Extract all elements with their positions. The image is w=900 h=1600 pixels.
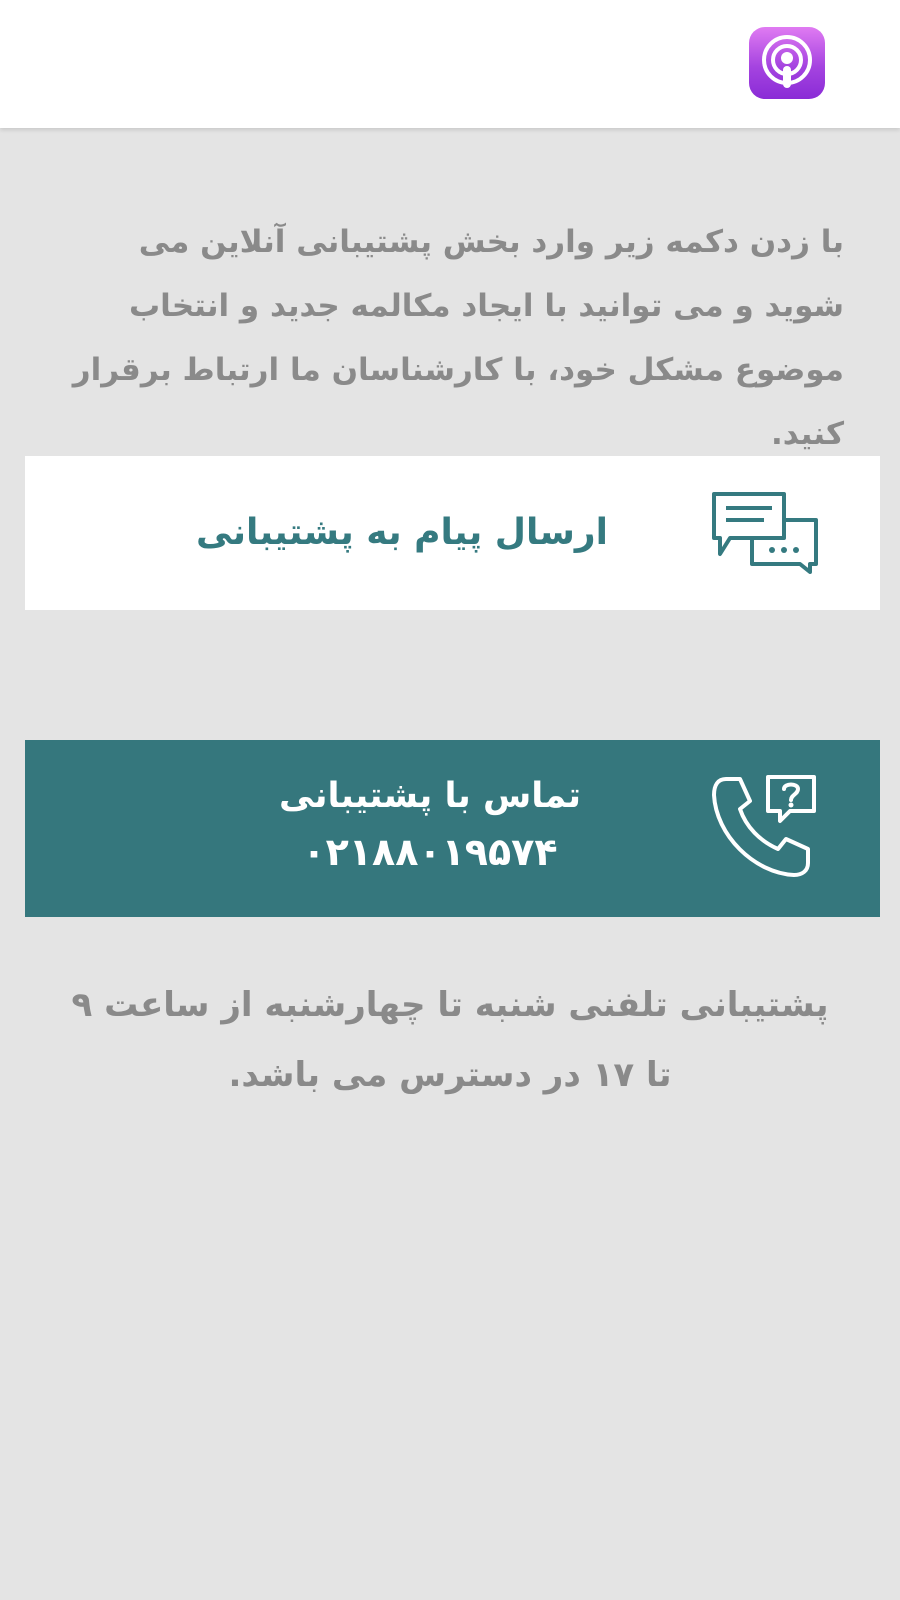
send-message-button[interactable]: ارسال پیام به پشتیبانی (25, 456, 880, 610)
call-support-button[interactable]: تماس با پشتیبانی ۰۲۱۸۸۰۱۹۵۷۴ (25, 740, 880, 917)
chat-bubbles-icon (712, 492, 818, 574)
call-support-text: تماس با پشتیبانی ۰۲۱۸۸۰۱۹۵۷۴ (270, 768, 590, 880)
support-hours-text: پشتیبانی تلفنی شنبه تا چهارشنبه از ساعت … (71, 985, 829, 1095)
intro-text: با زدن دکمه زیر وارد بخش پشتیبانی آنلاین… (72, 224, 844, 452)
send-message-label: ارسال پیام به پشتیبانی (196, 512, 608, 553)
phone-question-icon (712, 775, 816, 877)
podcasts-icon[interactable] (749, 27, 825, 99)
call-support-title: تماس با پشتیبانی (278, 776, 581, 816)
top-bar (0, 0, 900, 128)
support-phone-number: ۰۲۱۸۸۰۱۹۵۷۴ (302, 830, 558, 874)
